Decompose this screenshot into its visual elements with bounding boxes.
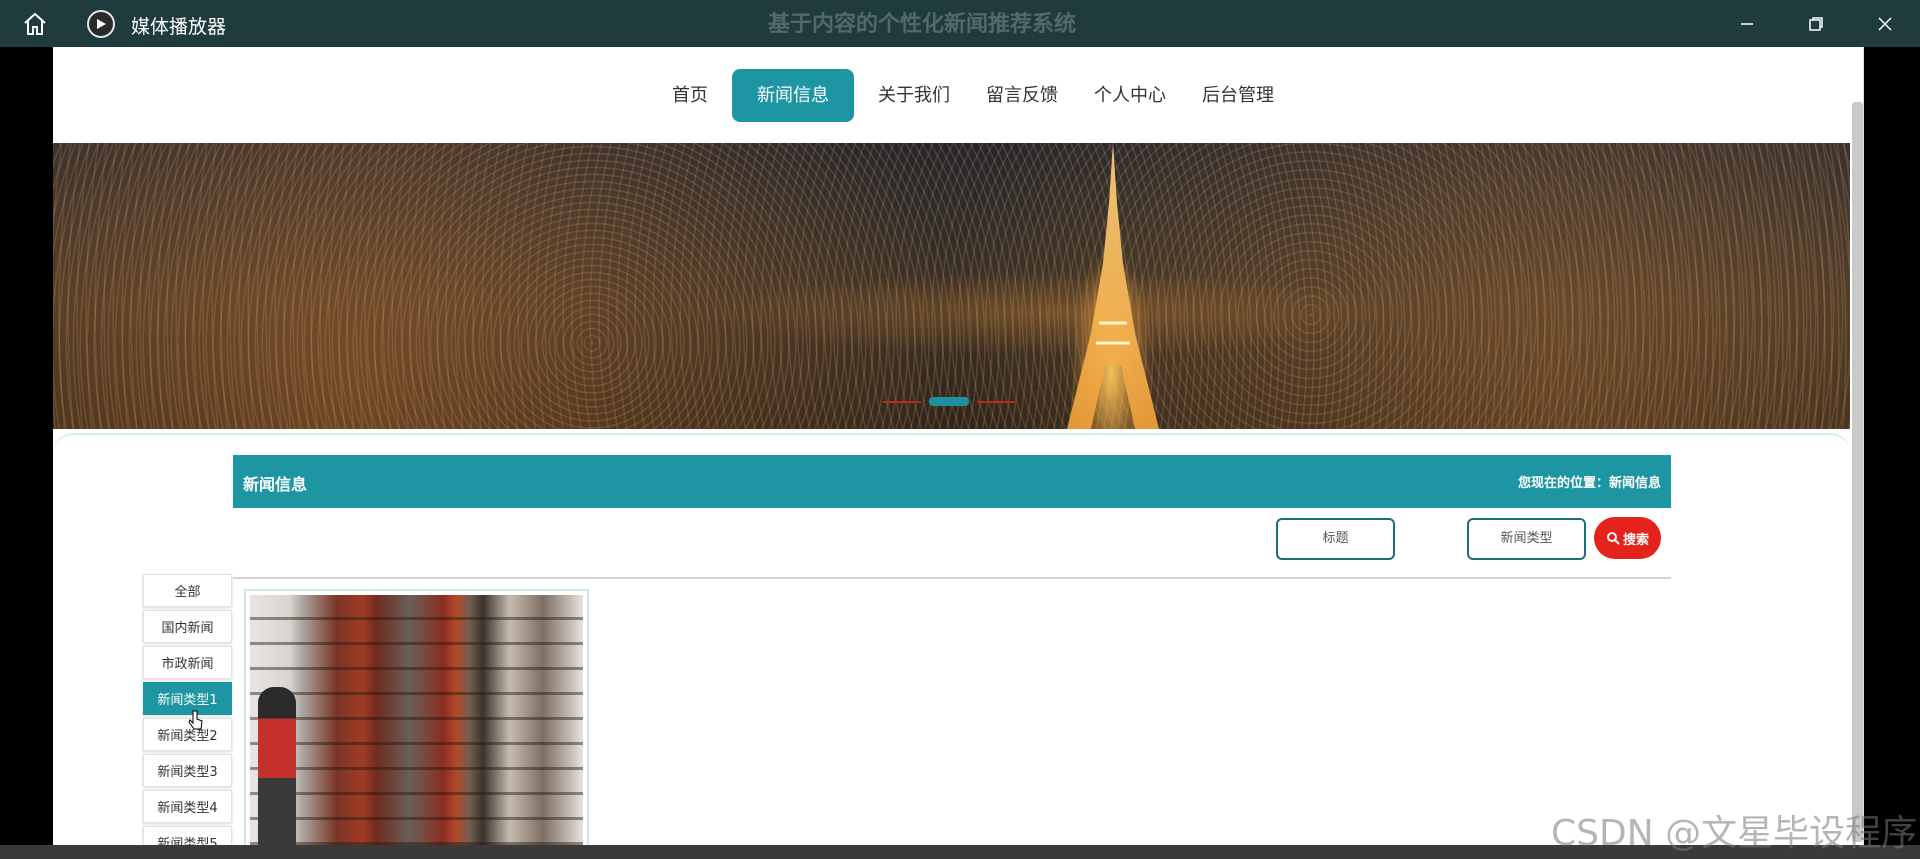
main-nav: 首页 新闻信息 关于我们 留言反馈 个人中心 后台管理 (53, 47, 1863, 143)
category-item-municipal[interactable]: 市政新闻 (143, 646, 232, 679)
carousel-dots (883, 397, 1015, 406)
section-header: 新闻信息 您现在的位置：新闻信息 (233, 455, 1671, 508)
category-item-type4[interactable]: 新闻类型4 (143, 790, 232, 823)
search-button-label: 搜索 (1622, 532, 1649, 548)
news-card-image[interactable] (250, 595, 583, 859)
pointer-cursor-icon (188, 710, 203, 730)
banner-carousel[interactable] (53, 143, 1850, 429)
carousel-dot-active[interactable] (929, 397, 969, 406)
category-item-all[interactable]: 全部 (143, 574, 232, 607)
nav-home[interactable]: 首页 (660, 69, 720, 122)
carousel-dot[interactable] (977, 400, 1015, 403)
title-search-input[interactable]: 标题 (1276, 518, 1395, 560)
search-button[interactable]: 搜索 (1594, 517, 1661, 559)
page-title: 基于内容的个性化新闻推荐系统 (768, 12, 1077, 37)
close-icon[interactable] (1865, 8, 1905, 40)
nav-admin[interactable]: 后台管理 (1190, 69, 1286, 122)
nav-news[interactable]: 新闻信息 (732, 68, 854, 122)
minimize-icon[interactable] (1727, 8, 1767, 40)
restore-icon[interactable] (1796, 8, 1836, 40)
search-icon (1606, 532, 1620, 545)
reader-figure (258, 687, 296, 859)
type-search-input[interactable]: 新闻类型 (1467, 518, 1586, 560)
page-scrollbar[interactable] (1863, 47, 1864, 859)
nav-user-center[interactable]: 个人中心 (1082, 69, 1178, 122)
scrollbar-thumb[interactable] (1852, 102, 1863, 842)
nav-about[interactable]: 关于我们 (866, 69, 962, 122)
category-item-domestic[interactable]: 国内新闻 (143, 610, 232, 643)
play-icon (87, 10, 115, 38)
player-titlebar: 媒体播放器 基于内容的个性化新闻推荐系统 (0, 0, 1920, 47)
web-page: 首页 新闻信息 关于我们 留言反馈 个人中心 后台管理 新闻信息 您现在的位置：… (53, 47, 1863, 859)
section-title: 新闻信息 (243, 475, 308, 494)
bookshelf-graphic (250, 595, 583, 859)
nav-feedback[interactable]: 留言反馈 (974, 69, 1070, 122)
news-card[interactable] (244, 589, 589, 859)
home-icon[interactable] (18, 10, 52, 38)
watermark: CSDN @文星毕设程序 (1551, 813, 1918, 854)
carousel-dot[interactable] (883, 400, 921, 403)
category-item-type3[interactable]: 新闻类型3 (143, 754, 232, 787)
divider (233, 577, 1671, 579)
breadcrumb: 您现在的位置：新闻信息 (1517, 476, 1661, 491)
tower-graphic (1067, 143, 1159, 429)
app-name: 媒体播放器 (131, 16, 227, 38)
